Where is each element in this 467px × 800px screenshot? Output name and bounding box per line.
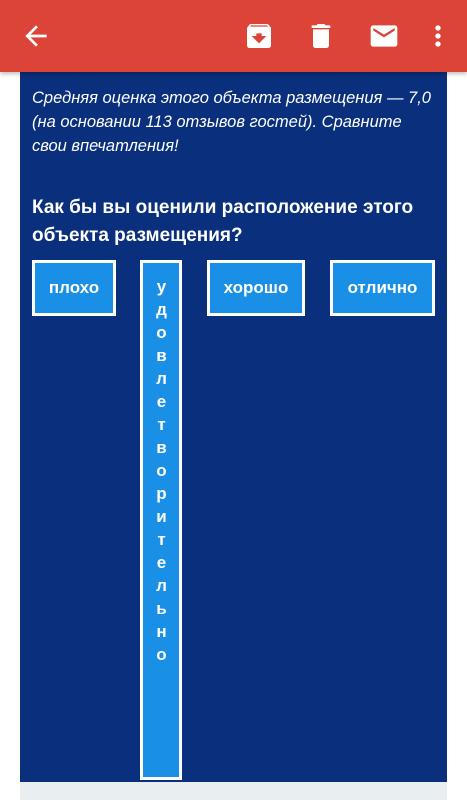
top-app-bar xyxy=(0,0,467,72)
email-footer-strip xyxy=(20,782,447,800)
delete-icon[interactable] xyxy=(305,20,337,52)
more-vert-icon[interactable] xyxy=(422,20,454,52)
option-good-button[interactable]: хорошо xyxy=(207,260,305,316)
arrow-back-icon[interactable] xyxy=(20,20,52,52)
email-content: Средняя оценка этого объекта размещения … xyxy=(20,72,447,782)
rating-intro-text: Средняя оценка этого объекта размещения … xyxy=(32,89,431,155)
archive-icon[interactable] xyxy=(243,20,275,52)
option-bad-button[interactable]: плохо xyxy=(32,260,116,316)
option-excellent-button[interactable]: отлично xyxy=(330,260,435,316)
rating-question: Как бы вы оценили расположение этого объ… xyxy=(32,197,414,246)
mail-icon[interactable] xyxy=(368,20,400,52)
option-satisfactory-button[interactable]: удовлетворительно xyxy=(140,260,182,780)
